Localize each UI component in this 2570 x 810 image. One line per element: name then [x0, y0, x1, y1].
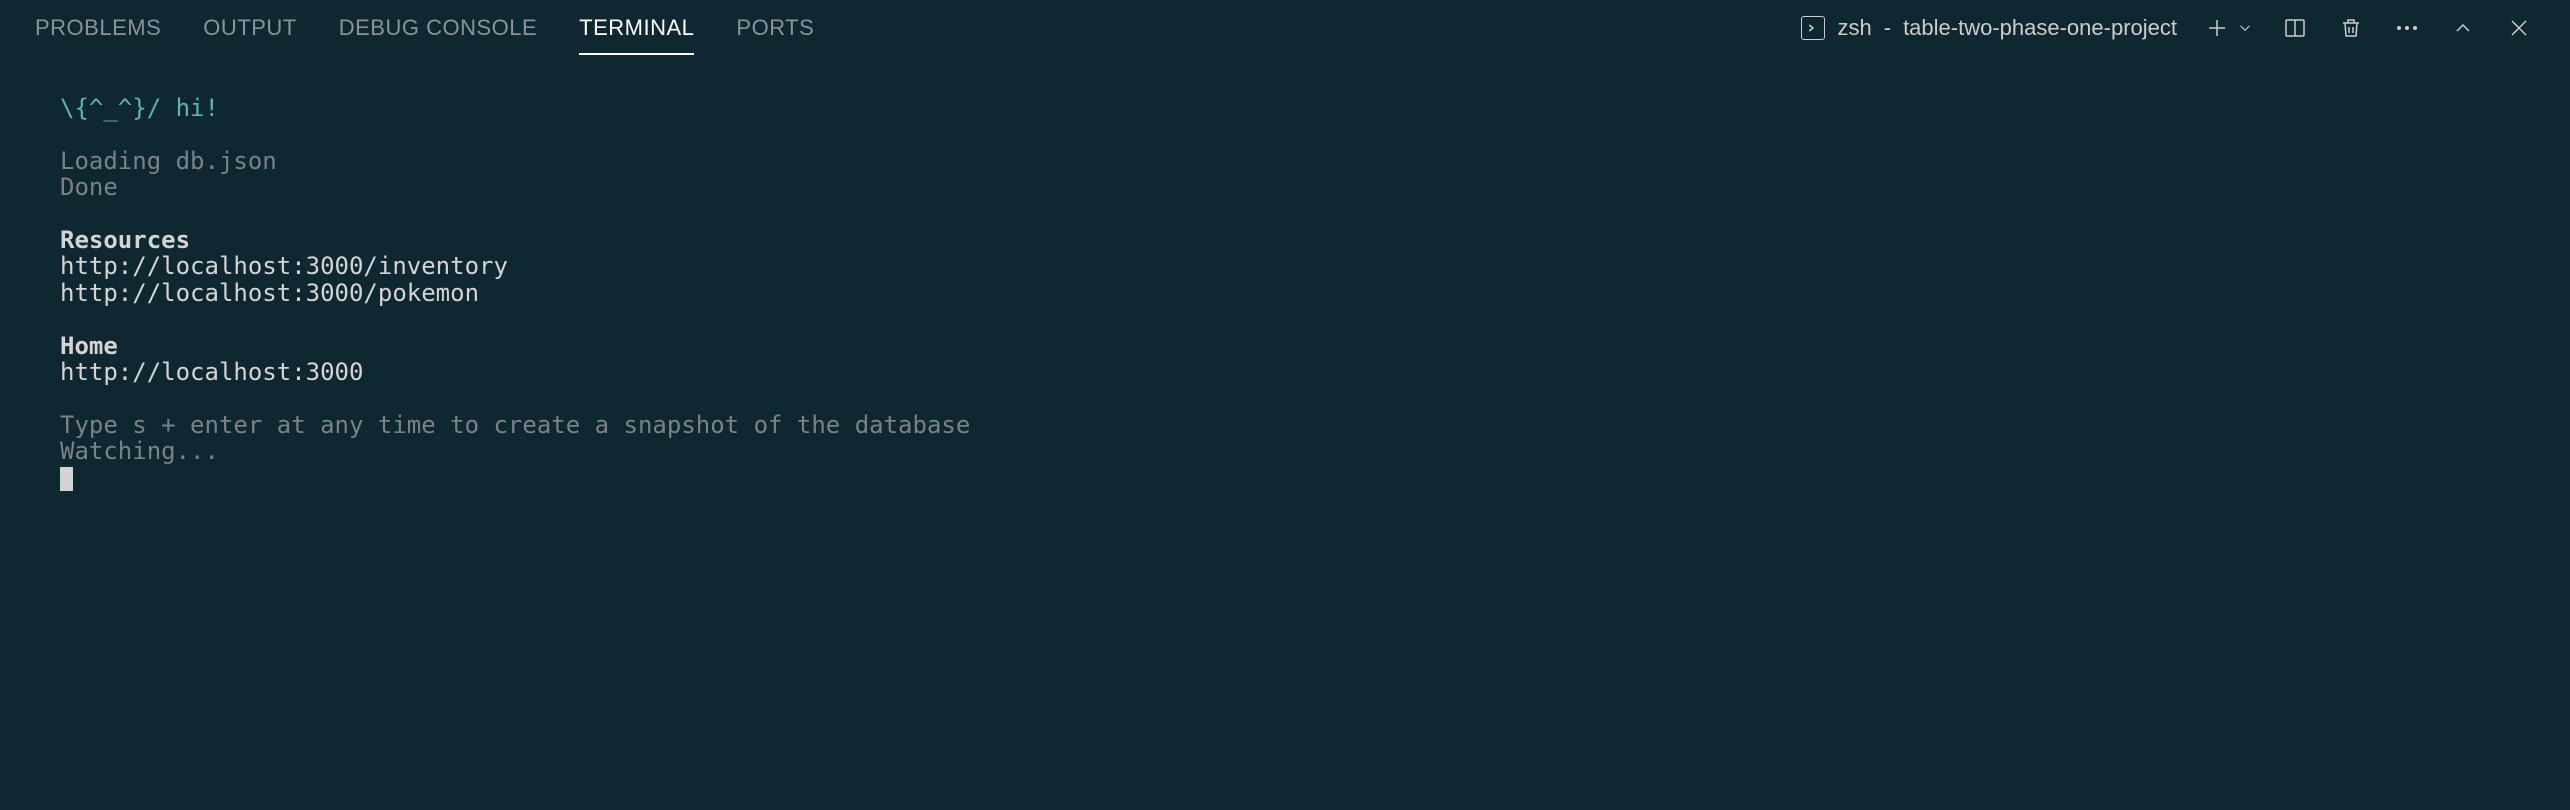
terminal-icon [1801, 16, 1825, 40]
terminal-project-name: table-two-phase-one-project [1903, 15, 2177, 41]
cursor-icon [60, 467, 73, 491]
kill-terminal-button[interactable] [2335, 12, 2367, 44]
terminal-line: \{^_^}/ hi! [60, 95, 2510, 121]
new-terminal-dropdown[interactable] [2235, 12, 2255, 44]
ellipsis-icon [2397, 26, 2417, 30]
terminal-session-label[interactable]: zsh - table-two-phase-one-project [1801, 15, 2177, 41]
terminal-line: Watching... [60, 438, 2510, 464]
terminal-line: Type s + enter at any time to create a s… [60, 412, 2510, 438]
terminal-shell-name: zsh [1837, 15, 1871, 41]
panel-tabs: PROBLEMS OUTPUT DEBUG CONSOLE TERMINAL P… [35, 0, 814, 55]
new-terminal-button[interactable] [2201, 12, 2233, 44]
more-actions-button[interactable] [2391, 12, 2423, 44]
terminal-separator: - [1884, 15, 1891, 41]
terminal-line: Resources [60, 227, 2510, 253]
terminal-blank-line [60, 201, 2510, 227]
tab-output[interactable]: OUTPUT [203, 0, 296, 55]
terminal-line: Loading db.json [60, 148, 2510, 174]
tab-terminal[interactable]: TERMINAL [579, 0, 694, 55]
terminal-output[interactable]: \{^_^}/ hi! Loading db.json Done Resourc… [0, 55, 2570, 511]
terminal-line: http://localhost:3000 [60, 359, 2510, 385]
tab-ports[interactable]: PORTS [736, 0, 814, 55]
terminal-blank-line [60, 121, 2510, 147]
terminal-line: http://localhost:3000/pokemon [60, 280, 2510, 306]
new-terminal-group [2201, 12, 2255, 44]
tab-debug-console[interactable]: DEBUG CONSOLE [339, 0, 537, 55]
tab-problems[interactable]: PROBLEMS [35, 0, 161, 55]
terminal-line: Done [60, 174, 2510, 200]
maximize-panel-button[interactable] [2447, 12, 2479, 44]
terminal-cursor-line [60, 464, 2510, 491]
close-panel-button[interactable] [2503, 12, 2535, 44]
terminal-blank-line [60, 306, 2510, 332]
terminal-line: http://localhost:3000/inventory [60, 253, 2510, 279]
terminal-blank-line [60, 385, 2510, 411]
panel-header: PROBLEMS OUTPUT DEBUG CONSOLE TERMINAL P… [0, 0, 2570, 55]
split-terminal-button[interactable] [2279, 12, 2311, 44]
panel-actions: zsh - table-two-phase-one-project [1801, 12, 2535, 44]
terminal-line: Home [60, 333, 2510, 359]
